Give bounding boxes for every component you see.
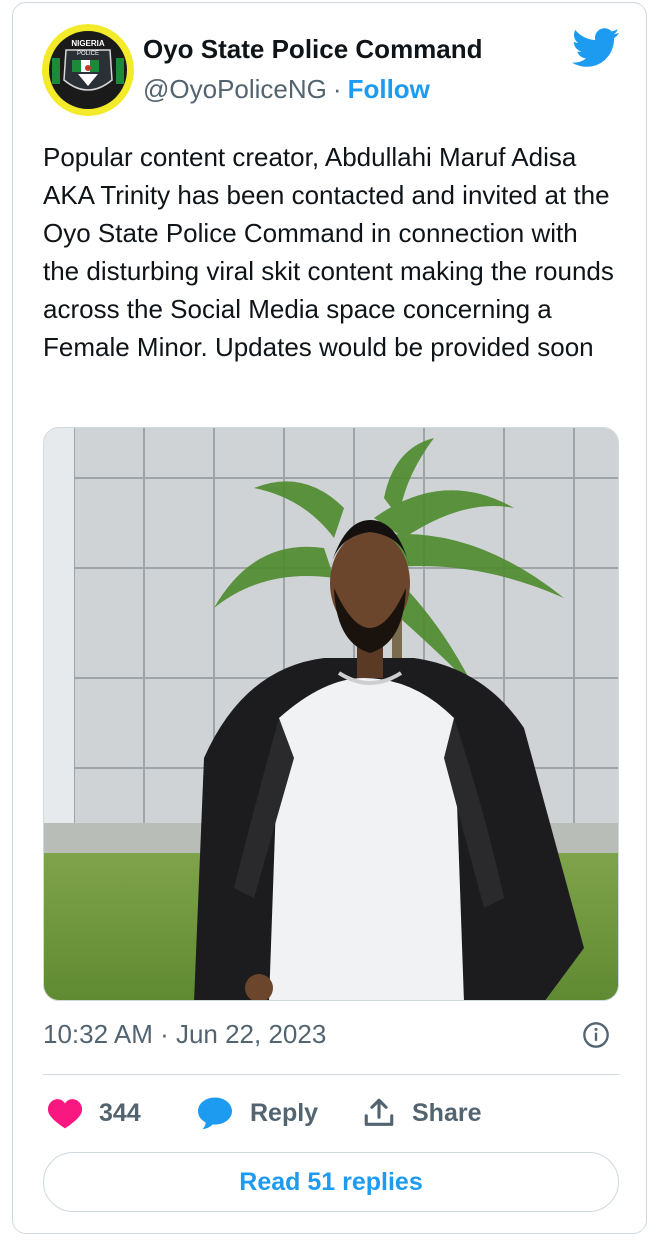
follow-button[interactable]: Follow [348, 74, 430, 104]
police-badge-icon: NIGERIA POLICE [42, 24, 134, 116]
tweet-timestamp[interactable]: 10:32 AM · Jun 22, 2023 [43, 1019, 326, 1050]
twitter-bird-icon[interactable] [572, 28, 620, 68]
author-handle[interactable]: @OyoPoliceNG [143, 74, 327, 104]
divider [43, 1074, 619, 1075]
author-handle-row: @OyoPoliceNG · Follow [143, 74, 430, 105]
tweet-text: Popular content creator, Abdullahi Maruf… [43, 142, 614, 362]
reply-bubble-icon [198, 1097, 232, 1130]
author-name[interactable]: Oyo State Police Command [143, 34, 483, 65]
share-button[interactable]: Share [362, 1093, 481, 1133]
like-button[interactable]: 344 [47, 1093, 141, 1133]
read-replies-label: Read 51 replies [239, 1167, 423, 1196]
share-label: Share [412, 1098, 482, 1127]
separator-dot: · [332, 74, 342, 104]
like-count: 344 [99, 1098, 141, 1127]
svg-text:POLICE: POLICE [77, 51, 99, 57]
heart-icon [47, 1099, 83, 1129]
svg-text:NIGERIA: NIGERIA [71, 39, 105, 48]
share-icon [364, 1098, 394, 1126]
avatar[interactable]: NIGERIA POLICE [42, 24, 134, 116]
reply-button[interactable]: Reply [196, 1093, 318, 1133]
tweet-photo[interactable] [43, 427, 619, 1001]
read-replies-button[interactable]: Read 51 replies [43, 1152, 619, 1212]
photo-image [44, 428, 618, 1000]
info-icon[interactable] [582, 1021, 610, 1049]
reply-label: Reply [250, 1098, 319, 1127]
